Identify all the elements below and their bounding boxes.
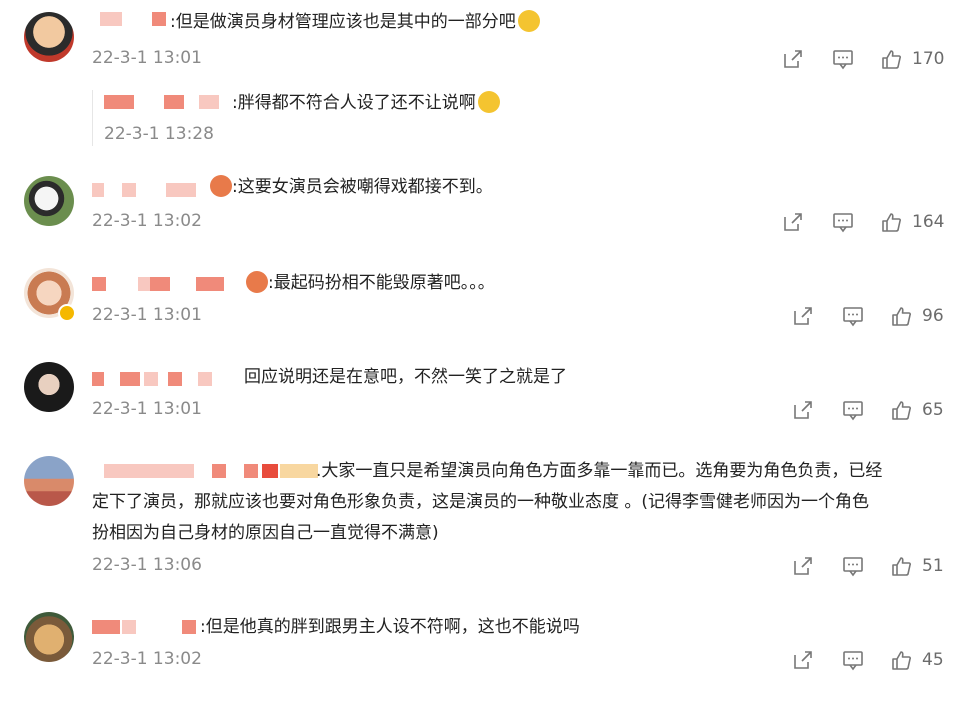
share-icon[interactable] <box>782 211 804 233</box>
username-redacted[interactable] <box>100 12 180 28</box>
username-redacted[interactable] <box>92 372 222 388</box>
timestamp: 22-3-1 13:02 <box>92 211 202 231</box>
comment-icon[interactable] <box>842 555 864 577</box>
comment-text: :最起码扮相不能毁原著吧。。。 <box>244 268 495 298</box>
comment-icon[interactable] <box>842 399 864 421</box>
like-count: 170 <box>912 49 945 69</box>
action-bar: 51 <box>792 555 962 579</box>
avatar[interactable] <box>24 362 74 412</box>
comment-text: :这要女演员会被嘲得戏都接不到。 <box>208 172 493 202</box>
sticker-emoji-icon <box>246 271 268 293</box>
comment-text: 回应说明还是在意吧，不然一笑了之就是了 <box>244 367 567 387</box>
comment-text: :但是他真的胖到跟男主人设不符啊，这也不能说吗 <box>200 617 580 637</box>
action-bar: 45 <box>792 649 962 673</box>
username-redacted[interactable] <box>104 464 319 480</box>
like-count: 65 <box>922 400 944 420</box>
like-count: 51 <box>922 556 944 576</box>
share-icon[interactable] <box>782 48 804 70</box>
thumbs-up-icon[interactable] <box>890 555 912 577</box>
comment-icon[interactable] <box>842 305 864 327</box>
like-count: 164 <box>912 212 945 232</box>
share-icon[interactable] <box>792 399 814 421</box>
verified-badge-icon <box>58 304 76 322</box>
share-icon[interactable] <box>792 555 814 577</box>
action-bar: 65 <box>792 399 962 423</box>
laugh-emoji-icon <box>517 10 540 32</box>
comment-text-line-2: 定下了演员，那就应该也要对角色形象负责，这是演员的一种敬业态度 。(记得李雪健老… <box>92 492 870 512</box>
timestamp: 22-3-1 13:02 <box>92 649 202 669</box>
comment-icon[interactable] <box>832 211 854 233</box>
share-icon[interactable] <box>792 305 814 327</box>
timestamp: 22-3-1 13:01 <box>92 48 202 68</box>
thumbs-up-icon[interactable] <box>880 48 902 70</box>
timestamp: 22-3-1 13:01 <box>92 399 202 419</box>
thumbs-up-icon[interactable] <box>890 305 912 327</box>
timestamp: 22-3-1 13:01 <box>92 305 202 325</box>
avatar[interactable] <box>24 612 74 662</box>
smile-emoji-icon <box>477 91 500 113</box>
username-redacted[interactable] <box>92 620 202 636</box>
comment-text-line-3: 扮相因为自己身材的原因自己一直觉得不满意) <box>92 523 439 543</box>
comment-text-line-1: .大家一直只是希望演员向角色方面多靠一靠而已。选角要为角色负责，已经 <box>316 461 883 481</box>
timestamp: 22-3-1 13:06 <box>92 555 202 575</box>
reply-username-redacted[interactable] <box>104 95 234 111</box>
action-bar: 96 <box>792 305 962 329</box>
avatar[interactable] <box>24 12 74 62</box>
comment-icon[interactable] <box>832 48 854 70</box>
sticker-emoji-icon <box>210 175 232 197</box>
reply-timestamp: 22-3-1 13:28 <box>104 124 214 144</box>
comment-text: :但是做演员身材管理应该也是其中的一部分吧 <box>170 7 540 37</box>
thumbs-up-icon[interactable] <box>890 649 912 671</box>
reply-divider <box>92 90 93 146</box>
share-icon[interactable] <box>792 649 814 671</box>
username-redacted[interactable] <box>92 277 242 293</box>
like-count: 45 <box>922 650 944 670</box>
action-bar: 164 <box>782 211 962 235</box>
avatar[interactable] <box>24 176 74 226</box>
action-bar: 170 <box>782 48 962 72</box>
comment-icon[interactable] <box>842 649 864 671</box>
reply-text: :胖得都不符合人设了还不让说啊 <box>232 88 500 118</box>
thumbs-up-icon[interactable] <box>880 211 902 233</box>
avatar[interactable] <box>24 456 74 506</box>
thumbs-up-icon[interactable] <box>890 399 912 421</box>
like-count: 96 <box>922 306 944 326</box>
